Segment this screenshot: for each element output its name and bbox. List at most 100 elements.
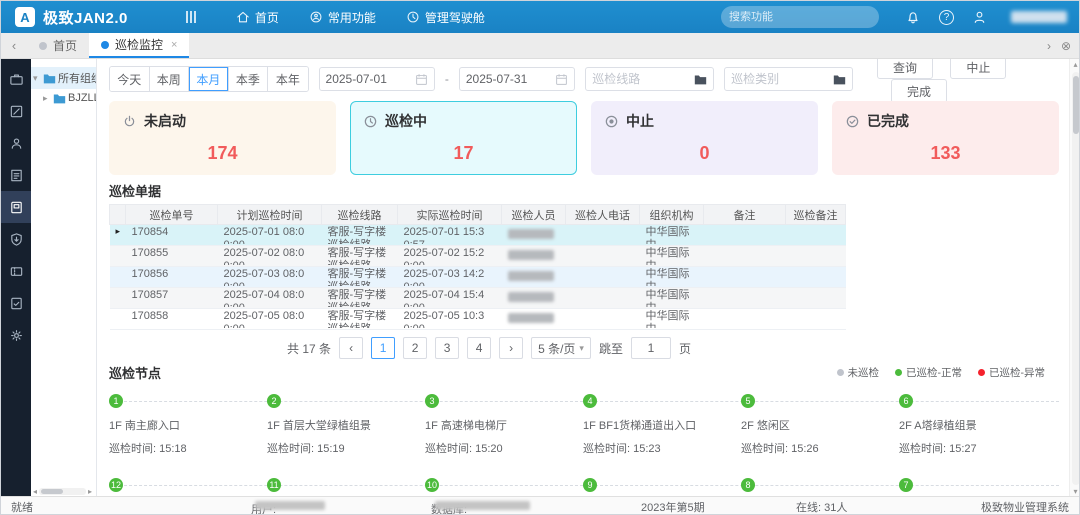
next-page-button[interactable]: ›	[499, 337, 523, 359]
node-5[interactable]: 5 2F 悠闲区 巡检时间: 15:26	[741, 394, 899, 456]
route-input[interactable]	[592, 72, 694, 86]
chevron-down-icon[interactable]: ▾	[33, 73, 41, 84]
db-value-redacted	[435, 501, 530, 510]
tabs-scroll-left[interactable]: ‹	[1, 33, 27, 58]
global-search[interactable]	[721, 6, 879, 28]
menu-collapse-icon[interactable]	[186, 11, 196, 23]
chevron-right-icon[interactable]: ▸	[43, 93, 51, 104]
tab-close-icon[interactable]: ×	[171, 39, 177, 51]
tree-item-bjzllh[interactable]: ▸ BJZLLH	[31, 89, 96, 107]
abort-button[interactable]: 中止	[950, 59, 1006, 79]
node-1[interactable]: 1 1F 南主廊入口 巡检时间: 15:18	[109, 394, 267, 456]
page-button-2[interactable]: 2	[403, 337, 427, 359]
inspector-redacted	[508, 250, 554, 260]
jump-page-input[interactable]	[631, 337, 671, 359]
scroll-up-icon[interactable]: ▴	[1073, 59, 1077, 71]
page-button-1[interactable]: 1	[371, 337, 395, 359]
search-input[interactable]	[729, 11, 871, 23]
date-to-input[interactable]	[466, 72, 555, 86]
type-picker-field[interactable]	[724, 67, 853, 91]
range-month-button[interactable]: 本月	[189, 67, 229, 91]
sidebar-item-shield[interactable]	[1, 223, 31, 255]
close-all-tabs-icon[interactable]: ⊗	[1061, 39, 1071, 53]
scroll-right-icon[interactable]: ▸	[88, 487, 92, 496]
table-row[interactable]: ▸ 170854 2025-07-01 08:00:00 客服-写字楼巡检线路 …	[110, 225, 846, 246]
type-input[interactable]	[731, 72, 833, 86]
node-number-badge: 12	[109, 478, 123, 492]
notification-bell-icon[interactable]	[905, 9, 921, 25]
tree-horizontal-scrollbar[interactable]: ◂ ▸	[33, 487, 92, 496]
tab-inspection-monitor[interactable]: 巡检监控 ×	[89, 33, 189, 58]
node-4[interactable]: 4 1F BF1货梯通道出入口 巡检时间: 15:23	[583, 394, 741, 456]
sidebar-item-report[interactable]	[1, 159, 31, 191]
scrollbar-thumb[interactable]	[1073, 76, 1079, 134]
route-picker-field[interactable]	[585, 67, 714, 91]
card-not-started[interactable]: 未启动 174	[109, 101, 336, 175]
scrollbar-track[interactable]	[1072, 72, 1080, 485]
range-year-button[interactable]: 本年	[268, 67, 307, 91]
main-content: 今天 本周 本月 本季 本年 -	[97, 59, 1069, 498]
page-size-select[interactable]: 5 条/页 ▾	[531, 337, 591, 359]
col-plan-time[interactable]: 计划巡检时间	[218, 205, 322, 225]
nav-common-functions[interactable]: 常用功能	[309, 9, 376, 26]
col-route[interactable]: 巡检线路	[322, 205, 398, 225]
nav-home[interactable]: 首页	[236, 9, 279, 26]
tab-home[interactable]: 首页	[27, 33, 89, 58]
date-from-input[interactable]	[326, 72, 415, 86]
scroll-left-icon[interactable]: ◂	[33, 487, 37, 496]
card-completed[interactable]: 已完成 133	[832, 101, 1059, 175]
sidebar-item-settings[interactable]	[1, 319, 31, 351]
node-7[interactable]: 7 2F A1走火梯前室 巡检时间: 15:29	[899, 478, 1057, 498]
tree-item-all-orgs[interactable]: ▾ 所有组织机构	[31, 67, 96, 89]
node-12[interactable]: 12 2F B1走火梯前室 巡检时间: 15:31	[109, 478, 267, 498]
table-row[interactable]: 170858 2025-07-05 08:00:00 客服-写字楼巡检线路 20…	[110, 309, 846, 330]
table-row[interactable]: 170856 2025-07-03 08:00:00 客服-写字楼巡检线路 20…	[110, 267, 846, 288]
range-quarter-button[interactable]: 本季	[229, 67, 269, 91]
col-order-no[interactable]: 巡检单号	[126, 205, 218, 225]
range-today-button[interactable]: 今天	[110, 67, 150, 91]
sidebar-item-doc-check[interactable]	[1, 287, 31, 319]
sidebar-item-inspection[interactable]	[1, 191, 31, 223]
node-11[interactable]: 11 2F B塔绿植组景 巡检时间: 15:31	[267, 478, 425, 498]
sidebar-item-ticket[interactable]	[1, 255, 31, 287]
user-icon[interactable]	[972, 10, 987, 25]
table-row[interactable]: 170857 2025-07-04 08:00:00 客服-写字楼巡检线路 20…	[110, 288, 846, 309]
date-from-field[interactable]	[319, 67, 435, 91]
status-ready: 就绪	[11, 499, 33, 515]
range-week-button[interactable]: 本周	[150, 67, 190, 91]
node-3[interactable]: 3 1F 高速梯电梯厅 巡检时间: 15:20	[425, 394, 583, 456]
node-8[interactable]: 8 2F A2走火梯前室 巡检时间: 15:30	[741, 478, 899, 498]
complete-button[interactable]: 完成	[891, 79, 947, 103]
folder-picker-icon[interactable]	[694, 73, 707, 86]
col-inspector[interactable]: 巡检人员	[502, 205, 566, 225]
query-button[interactable]: 查询	[877, 59, 933, 79]
folder-picker-icon[interactable]	[833, 73, 846, 86]
date-to-field[interactable]	[459, 67, 575, 91]
node-6[interactable]: 6 2F A塔绿植组景 巡检时间: 15:27	[899, 394, 1057, 456]
col-actual-time[interactable]: 实际巡检时间	[398, 205, 502, 225]
col-remark[interactable]: 备注	[704, 205, 786, 225]
node-10[interactable]: 10 2F 9#10#客梯对出 巡检时间: 15:30	[425, 478, 583, 498]
help-icon[interactable]: ?	[939, 10, 954, 25]
prev-page-button[interactable]: ‹	[339, 337, 363, 359]
node-9[interactable]: 9 2F A塔风柜房对出 巡检时间: 15:28	[583, 478, 741, 498]
username-redacted[interactable]	[1011, 11, 1067, 23]
sidebar-item-briefcase[interactable]	[1, 63, 31, 95]
table-row[interactable]: 170855 2025-07-02 08:00:00 客服-写字楼巡检线路 20…	[110, 246, 846, 267]
card-aborted[interactable]: 中止 0	[591, 101, 818, 175]
card-inspecting[interactable]: 巡检中 17	[350, 101, 577, 175]
scrollbar-track[interactable]	[39, 488, 86, 495]
node-2[interactable]: 2 1F 首层大堂绿植组景 巡检时间: 15:19	[267, 394, 425, 456]
col-inspect-remark[interactable]: 巡检备注	[786, 205, 846, 225]
card-icon	[9, 200, 24, 215]
main-vertical-scrollbar[interactable]: ▴ ▾	[1069, 59, 1080, 498]
scrollbar-thumb[interactable]	[41, 489, 63, 494]
col-org[interactable]: 组织机构	[640, 205, 704, 225]
page-button-3[interactable]: 3	[435, 337, 459, 359]
page-button-4[interactable]: 4	[467, 337, 491, 359]
nav-dashboard[interactable]: 管理驾驶舱	[406, 9, 485, 26]
tabs-scroll-right[interactable]: ›	[1047, 39, 1051, 53]
col-phone[interactable]: 巡检人电话	[566, 205, 640, 225]
sidebar-item-users[interactable]	[1, 127, 31, 159]
sidebar-item-edit[interactable]	[1, 95, 31, 127]
